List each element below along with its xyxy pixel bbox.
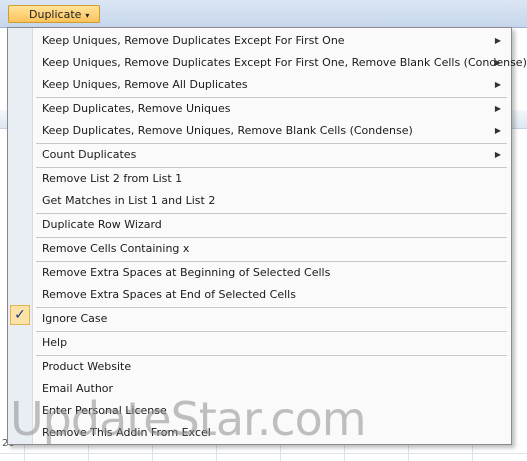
submenu-arrow-icon: ▶ [494, 126, 501, 135]
menu-item-label: Product Website [42, 360, 132, 373]
menu-item-label: Ignore Case [42, 312, 108, 325]
menu-item-keep-duplicates[interactable]: Keep Duplicates, Remove Uniques ▶ [33, 98, 510, 120]
menu-item-remove-cells-containing[interactable]: Remove Cells Containing x [33, 238, 510, 260]
menu-item-label: Get Matches in List 1 and List 2 [42, 194, 216, 207]
duplicate-button-label: Duplicate [29, 8, 82, 21]
submenu-arrow-icon: ▶ [494, 58, 501, 67]
menu-item-label: Keep Uniques, Remove All Duplicates [42, 78, 248, 91]
menu-item-label: Help [42, 336, 68, 349]
menu-item-label: Keep Uniques, Remove Duplicates Except F… [42, 56, 527, 69]
ribbon-bar: Duplicate ▾ [0, 0, 527, 28]
submenu-arrow-icon: ▶ [494, 80, 501, 89]
menu-item-keep-uniques-first[interactable]: Keep Uniques, Remove Duplicates Except F… [33, 30, 510, 52]
menu-item-label: Count Duplicates [42, 148, 137, 161]
duplicate-context-menu: Keep Uniques, Remove Duplicates Except F… [7, 27, 527, 445]
menu-item-remove-spaces-beginning[interactable]: Remove Extra Spaces at Beginning of Sele… [33, 262, 510, 284]
menu-item-keep-duplicates-condense[interactable]: Keep Duplicates, Remove Uniques, Remove … [33, 120, 510, 142]
menu-icon-gutter [8, 28, 33, 444]
submenu-arrow-icon: ▶ [494, 36, 501, 45]
menu-item-keep-uniques-first-condense[interactable]: Keep Uniques, Remove Duplicates Except F… [33, 52, 527, 74]
menu-item-label: Remove Cells Containing x [42, 242, 190, 255]
menu-item-ignore-case[interactable]: Ignore Case [33, 308, 510, 330]
duplicate-menu-button[interactable]: Duplicate ▾ [8, 5, 101, 23]
menu-item-remove-list2-from-list1[interactable]: Remove List 2 from List 1 [33, 168, 510, 190]
menu-item-label: Keep Duplicates, Remove Uniques [42, 102, 231, 115]
checkmark-icon: ✓ [10, 305, 30, 325]
watermark: UpdateStar.com [10, 392, 367, 446]
submenu-arrow-icon: ▶ [494, 104, 501, 113]
menu-item-label: Remove Extra Spaces at Beginning of Sele… [42, 266, 331, 279]
menu-item-keep-uniques-remove-all[interactable]: Keep Uniques, Remove All Duplicates ▶ [33, 74, 510, 96]
menu-item-label: Keep Uniques, Remove Duplicates Except F… [42, 34, 345, 47]
chevron-down-icon: ▾ [85, 11, 90, 20]
menu-item-label: Remove List 2 from List 1 [42, 172, 183, 185]
menu-item-label: Remove Extra Spaces at End of Selected C… [42, 288, 296, 301]
menu-item-remove-spaces-end[interactable]: Remove Extra Spaces at End of Selected C… [33, 284, 510, 306]
menu-item-count-duplicates[interactable]: Count Duplicates ▶ [33, 144, 510, 166]
menu-item-product-website[interactable]: Product Website [33, 356, 510, 378]
menu-item-duplicate-row-wizard[interactable]: Duplicate Row Wizard [33, 214, 510, 236]
menu-item-help[interactable]: Help [33, 332, 510, 354]
menu-item-get-matches[interactable]: Get Matches in List 1 and List 2 [33, 190, 510, 212]
menu-item-label: Keep Duplicates, Remove Uniques, Remove … [42, 124, 413, 137]
submenu-arrow-icon: ▶ [494, 150, 501, 159]
menu-item-label: Duplicate Row Wizard [42, 218, 162, 231]
grid-line [0, 453, 527, 454]
